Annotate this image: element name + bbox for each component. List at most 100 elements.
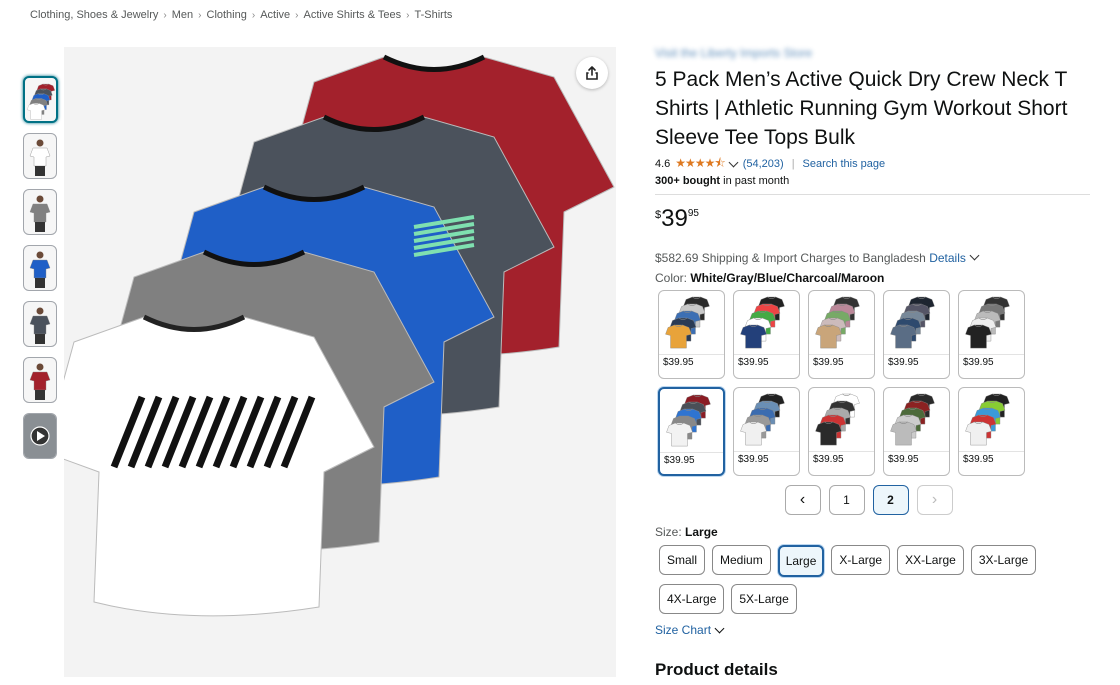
breadcrumb: Clothing, Shoes & Jewelry › Men › Clothing › A… <box>30 9 452 21</box>
divider <box>959 354 1024 355</box>
shipping-details-link[interactable]: Details <box>929 251 966 265</box>
size-option[interactable]: 3X-Large <box>970 545 1037 575</box>
rating-row: 4.6 ★★★★⯪ (54,203) | Search this page <box>655 156 1090 172</box>
pager-prev-button[interactable]: ‹ <box>784 485 821 515</box>
bought-count: 300+ bought in past month <box>655 175 1090 187</box>
thumbnail-model-charcoal[interactable] <box>23 301 57 347</box>
color-swatch[interactable]: $39.95 <box>883 290 950 379</box>
model-pants <box>35 334 45 344</box>
swatch-price: $39.95 <box>663 357 694 368</box>
color-swatch[interactable]: $39.95 <box>958 387 1025 476</box>
model-shirt <box>29 315 51 335</box>
breadcrumb-separator: › <box>198 10 202 21</box>
thumbnail-model-blue[interactable] <box>23 245 57 291</box>
swatch-price: $39.95 <box>888 357 919 368</box>
breadcrumb-separator: › <box>163 10 167 21</box>
product-title: 5 Pack Men’s Active Quick Dry Crew Neck … <box>655 68 1068 149</box>
model-head <box>36 195 44 203</box>
size-option[interactable]: XX-Large <box>897 545 964 575</box>
size-option[interactable]: Small <box>659 545 706 575</box>
color-label-text: Color: <box>655 271 691 285</box>
breadcrumb-item[interactable]: Active Shirts & Tees <box>304 9 402 21</box>
divider <box>734 354 799 355</box>
rating-value: 4.6 <box>655 158 671 170</box>
shipping-charges: $582.69 Shipping & Import Charges to Ban… <box>655 250 1090 265</box>
swatch-price: $39.95 <box>738 454 769 465</box>
color-swatch[interactable]: $39.95 <box>883 387 950 476</box>
divider: | <box>791 158 795 170</box>
swatch-price: $39.95 <box>813 454 844 465</box>
swatch-image <box>890 393 935 446</box>
divider <box>809 451 874 452</box>
breadcrumb-item[interactable]: Active <box>260 9 290 21</box>
thumbnail-shirt-stack[interactable] <box>23 76 58 123</box>
reviews-count-link[interactable]: (54,203) <box>743 158 784 170</box>
size-option[interactable]: 4X-Large <box>659 584 725 614</box>
shirt-stack-illustration <box>64 54 615 617</box>
breadcrumb-item[interactable]: Men <box>172 9 193 21</box>
swatch-image <box>665 296 710 349</box>
size-option[interactable]: Medium <box>712 545 771 575</box>
bought-count-text: in past month <box>720 175 790 187</box>
store-link[interactable]: Visit the Liberty Imports Store <box>655 46 1090 62</box>
model-head <box>36 139 44 147</box>
breadcrumb-separator: › <box>406 10 410 21</box>
size-value: Large <box>685 525 718 539</box>
chevron-down-icon[interactable] <box>969 250 980 261</box>
swatch-image <box>740 393 785 446</box>
size-options: Small Medium Large X-Large XX-Large 3X-Large 4… <box>659 545 1079 614</box>
thumbnail-video[interactable] <box>23 413 57 459</box>
swatch-image <box>965 296 1010 349</box>
star-rating-icon[interactable]: ★★★★⯪ <box>675 154 725 175</box>
pager-next-button[interactable]: › <box>916 485 953 515</box>
model-head <box>36 251 44 259</box>
divider <box>884 451 949 452</box>
breadcrumb-item[interactable]: Clothing, Shoes & Jewelry <box>30 9 158 21</box>
model-pants <box>35 278 45 288</box>
divider <box>734 451 799 452</box>
color-swatch[interactable]: $39.95 <box>733 387 800 476</box>
pager-page-1[interactable]: 1 <box>828 485 865 515</box>
color-swatch[interactable]: $39.95 <box>658 387 725 476</box>
chevron-down-icon[interactable] <box>728 157 739 168</box>
chevron-down-icon[interactable] <box>714 623 725 634</box>
product-details-heading: Product details <box>655 660 778 679</box>
color-swatch[interactable]: $39.95 <box>733 290 800 379</box>
price-fraction: 95 <box>687 208 699 219</box>
swatch-image <box>666 394 711 447</box>
pager-page-2[interactable]: 2 <box>872 485 909 515</box>
size-chart[interactable]: Size Chart <box>655 623 1090 637</box>
search-page-link[interactable]: Search this page <box>803 158 886 170</box>
price-whole: 39 <box>661 205 688 232</box>
breadcrumb-item[interactable]: T-Shirts <box>414 9 452 21</box>
swatch-price: $39.95 <box>813 357 844 368</box>
divider <box>655 194 1090 195</box>
color-swatch[interactable]: $39.95 <box>808 290 875 379</box>
divider <box>959 451 1024 452</box>
breadcrumb-separator: › <box>295 10 299 21</box>
swatch-price: $39.95 <box>963 454 994 465</box>
swatch-price: $39.95 <box>738 357 769 368</box>
size-label: Size: Large <box>655 525 1090 539</box>
share-button[interactable] <box>576 57 608 89</box>
size-option[interactable]: X-Large <box>831 545 891 575</box>
size-chart-link[interactable]: Size Chart <box>655 623 711 637</box>
thumbnail-model-gray[interactable] <box>23 189 57 235</box>
price: $ 39 95 <box>655 205 1090 235</box>
swatch-image <box>965 393 1010 446</box>
thumbnail-model-maroon[interactable] <box>23 357 57 403</box>
color-swatches: $39.95 $39.95 $39.95 $39.95 $39.95 $39.95 $39.… <box>658 290 1090 476</box>
color-swatch[interactable]: $39.95 <box>808 387 875 476</box>
breadcrumb-item[interactable]: Clothing <box>207 9 247 21</box>
thumbnail-model-white[interactable] <box>23 133 57 179</box>
thumbnail-image <box>29 251 51 288</box>
thumbnail-image <box>29 139 51 176</box>
color-swatch[interactable]: $39.95 <box>958 290 1025 379</box>
size-option[interactable]: Large <box>777 545 825 577</box>
model-pants <box>35 166 45 176</box>
divider <box>660 452 723 453</box>
main-product-image[interactable] <box>64 47 616 677</box>
color-swatch[interactable]: $39.95 <box>658 290 725 379</box>
size-option[interactable]: 5X-Large <box>731 584 797 614</box>
model-shirt <box>29 203 51 223</box>
